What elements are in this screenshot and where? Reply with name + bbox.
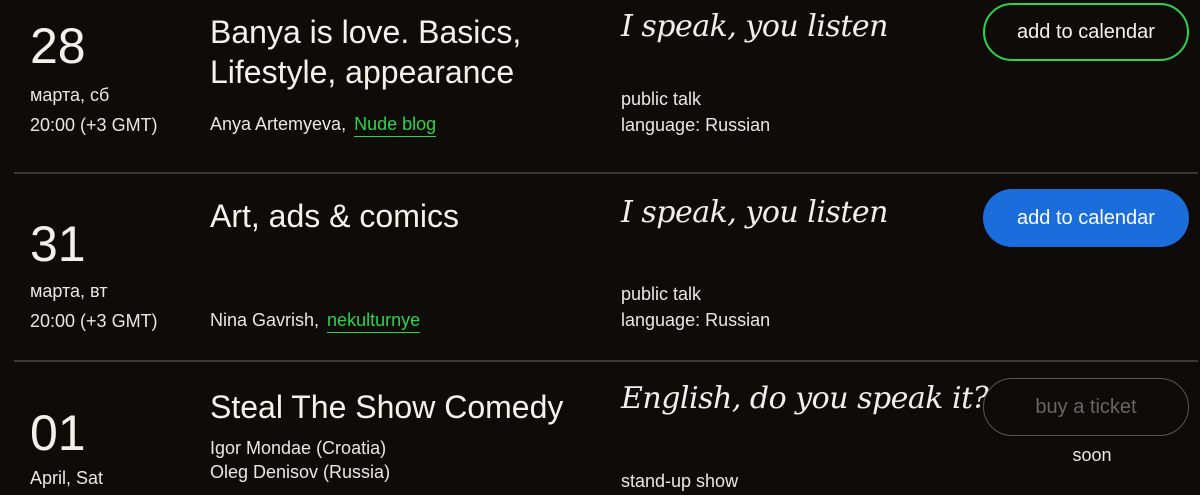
event-day: 01 (30, 405, 86, 461)
event-speakers: Anya Artemyeva, Nude blog (210, 112, 437, 137)
event-row: 31 марта, вт 20:00 (+3 GMT) Art, ads & c… (0, 174, 1200, 360)
event-series: English, do you speak it? (621, 381, 989, 416)
event-format: stand-up show (621, 471, 739, 491)
event-speakers: Nina Gavrish, nekulturnye (210, 308, 421, 333)
event-list: 28 марта, сб 20:00 (+3 GMT) Banya is lov… (0, 0, 1200, 495)
event-weekday: марта, вт (30, 281, 108, 301)
add-to-calendar-button[interactable]: add to calendar (983, 3, 1189, 61)
event-format: public talk (621, 89, 702, 109)
speaker-link[interactable]: Nude blog (354, 114, 437, 137)
speaker-name: Nina Gavrish, (210, 310, 320, 330)
ticket-availability-note: soon (1072, 445, 1112, 465)
event-series: I speak, you listen (621, 9, 888, 44)
event-title: Banya is love. Basics, Lifestyle, appear… (210, 14, 522, 90)
buy-ticket-button: buy a ticket (983, 378, 1189, 436)
speaker-link[interactable]: nekulturnye (327, 310, 421, 333)
event-title: Steal The Show Comedy (210, 389, 564, 425)
event-day: 31 (30, 216, 86, 272)
event-title: Art, ads & comics (210, 198, 459, 234)
event-speaker-1: Igor Mondae (Croatia) (210, 438, 387, 458)
event-format: public talk (621, 284, 702, 304)
event-speaker-2: Oleg Denisov (Russia) (210, 462, 391, 482)
event-day: 28 (30, 18, 86, 74)
event-language: language: Russian (621, 310, 771, 330)
event-language: language: Russian (621, 115, 771, 135)
event-weekday: April, Sat (30, 468, 104, 488)
event-time: 20:00 (+3 GMT) (30, 311, 158, 331)
event-series: I speak, you listen (621, 195, 888, 230)
event-row: 01 April, Sat Steal The Show Comedy Igor… (0, 362, 1200, 495)
event-row: 28 марта, сб 20:00 (+3 GMT) Banya is lov… (0, 0, 1200, 174)
event-weekday: марта, сб (30, 85, 110, 105)
add-to-calendar-button[interactable]: add to calendar (983, 189, 1189, 247)
event-time: 20:00 (+3 GMT) (30, 115, 158, 135)
speaker-name: Anya Artemyeva, (210, 114, 347, 134)
